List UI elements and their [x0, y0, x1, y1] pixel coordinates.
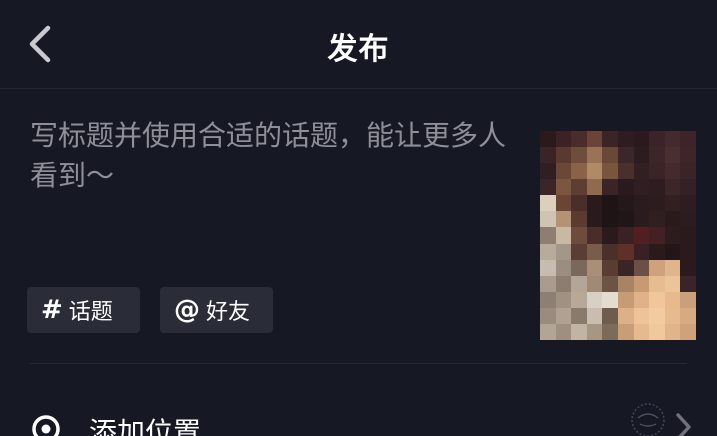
- hashtag-icon: #: [41, 295, 63, 325]
- add-location-row[interactable]: 添加位置: [0, 395, 717, 436]
- topic-button[interactable]: # 话题: [27, 287, 140, 333]
- video-cover-thumbnail[interactable]: [540, 131, 696, 340]
- page-title: 发布: [327, 32, 390, 67]
- at-sign-icon: @: [174, 295, 200, 325]
- publish-screen: 发布 写标题并使用合适的话题，能让更多人看到～ # 话题 @ 好友 添加位置: [0, 0, 717, 436]
- mention-friend-button[interactable]: @ 好友: [160, 287, 273, 333]
- header-bar: 发布: [0, 0, 717, 89]
- pixelated-cover-image: [540, 131, 696, 340]
- watermark-stamp: [631, 403, 665, 436]
- friend-label: 好友: [206, 300, 251, 325]
- add-location-label: 添加位置: [89, 416, 202, 436]
- topic-label: 话题: [68, 300, 113, 325]
- divider: [30, 363, 687, 364]
- caption-input[interactable]: 写标题并使用合适的话题，能让更多人看到～: [30, 116, 510, 196]
- location-pin-icon: [32, 415, 60, 436]
